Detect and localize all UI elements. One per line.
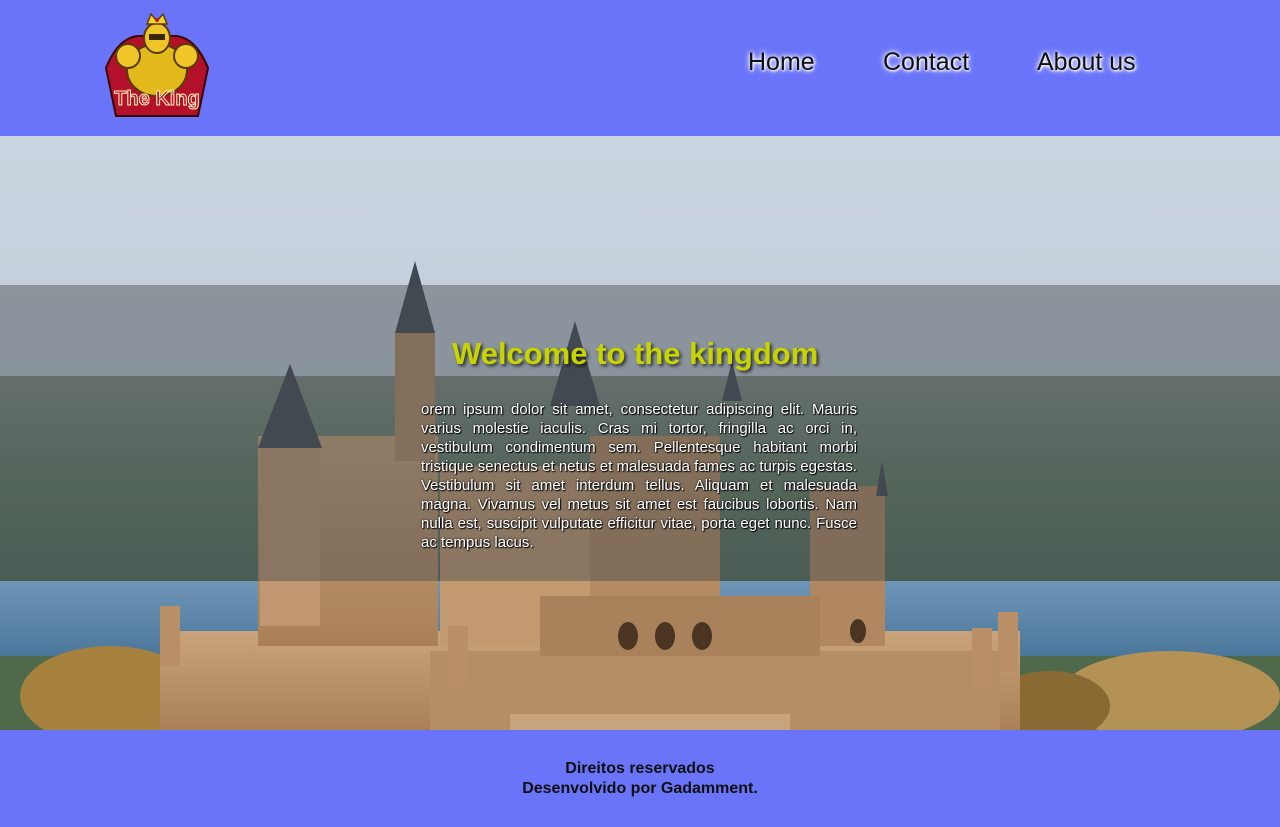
hero-text: orem ipsum dolor sit amet, consectetur a… <box>421 401 857 551</box>
nav-about-us-link[interactable]: About us <box>1037 48 1136 77</box>
hero-title: Welcome to the kingdom <box>452 336 819 371</box>
nav-contact-link[interactable]: Contact <box>883 48 969 77</box>
hero-section: Welcome to the kingdom orem ipsum dolor … <box>0 136 1280 730</box>
logo[interactable]: The King <box>98 8 216 122</box>
footer-rights: Direitos reservados <box>565 760 715 777</box>
site-footer: Direitos reservados Desenvolvido por Gad… <box>0 730 1280 827</box>
footer-credit: Desenvolvido por Gadamment. <box>522 780 758 797</box>
nav-home-link[interactable]: Home <box>748 48 815 77</box>
logo-text: The King <box>114 88 201 111</box>
site-header: The King Home Contact About us <box>0 0 1280 136</box>
